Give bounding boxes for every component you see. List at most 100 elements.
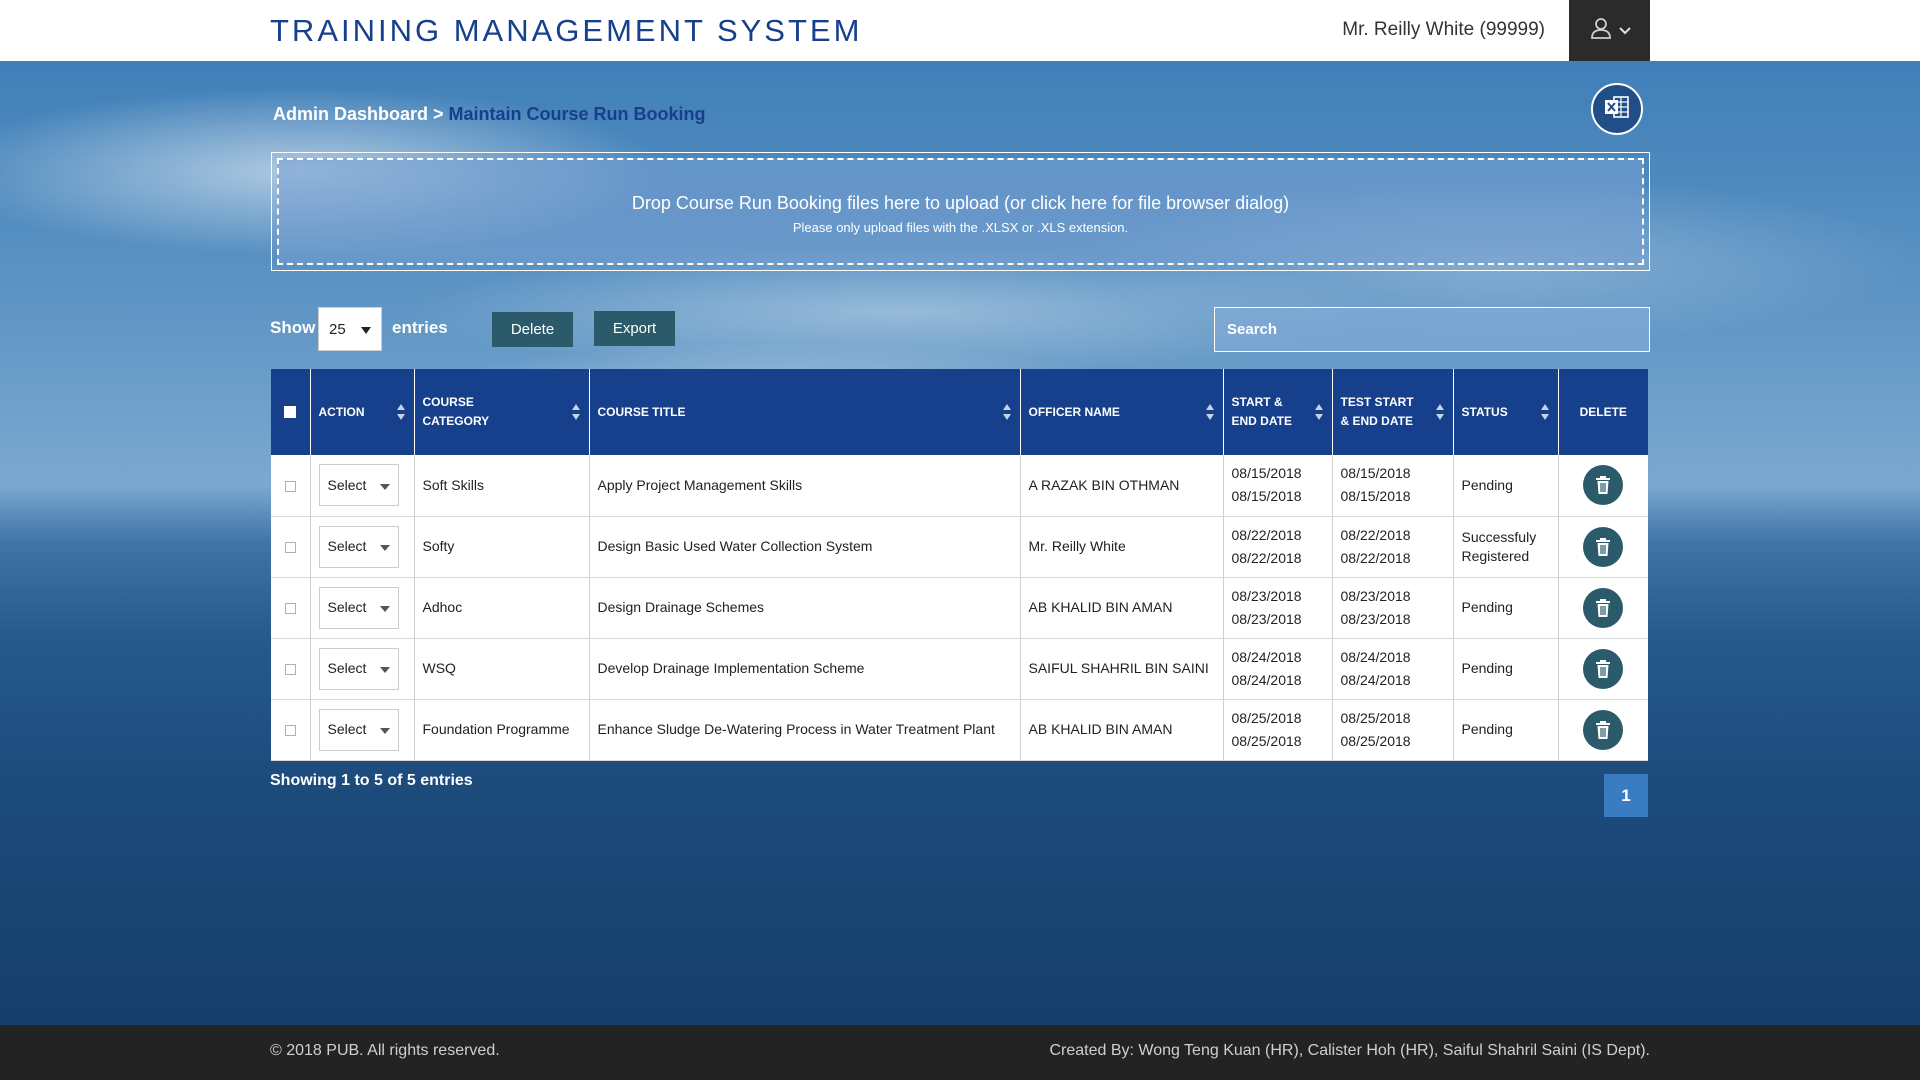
row-action-value: Select — [327, 599, 367, 615]
sort-icon — [1205, 402, 1215, 422]
pagination-info: Showing 1 to 5 of 5 entries — [270, 772, 473, 789]
row-course-title: Enhance Sludge De-Watering Process in Wa… — [589, 699, 1021, 761]
header-officer-name[interactable]: OFFICER NAME — [1020, 369, 1224, 455]
row-delete-cell — [1558, 638, 1648, 700]
row-course-title: Design Basic Used Water Collection Syste… — [589, 516, 1021, 578]
caret-down-icon — [379, 718, 390, 741]
row-end-date: 08/15/2018 — [1231, 488, 1302, 505]
row-action-select[interactable]: Select — [318, 708, 399, 751]
header-course-title[interactable]: COURSE TITLE — [589, 369, 1021, 455]
show-label: Show — [270, 318, 316, 337]
user-menu-button[interactable] — [1569, 0, 1650, 61]
header-status[interactable]: STATUS — [1453, 369, 1559, 455]
sort-icon — [396, 402, 406, 422]
breadcrumb-admin-dashboard[interactable]: Admin Dashboard — [273, 104, 428, 124]
upload-dropzone[interactable]: Drop Course Run Booking files here to up… — [277, 158, 1644, 265]
trash-icon — [1595, 720, 1611, 739]
row-action-value: Select — [327, 660, 367, 676]
dropzone-note: Please only upload files with the .XLSX … — [792, 220, 1129, 235]
table-row: Select Adhoc Design Drainage Schemes AB KHA… — [271, 577, 1648, 639]
row-action-select[interactable]: Select — [318, 647, 399, 690]
header-category-line2: CATEGORY — [422, 414, 490, 428]
header-test-date[interactable]: TEST START & END DATE — [1332, 369, 1454, 455]
row-test-end-date: 08/25/2018 — [1340, 732, 1411, 749]
trash-icon — [1595, 659, 1611, 678]
caret-down-icon — [379, 474, 390, 497]
row-status: Pending — [1453, 455, 1559, 517]
row-course-category: Foundation Programme — [414, 699, 590, 761]
row-delete-cell — [1558, 516, 1648, 578]
header-dates-line2: END DATE — [1231, 414, 1292, 428]
row-delete-button[interactable] — [1583, 709, 1624, 750]
row-status: Pending — [1453, 577, 1559, 639]
row-delete-button[interactable] — [1583, 587, 1624, 628]
table-row: Select Foundation Programme Enhance Sludge… — [271, 699, 1648, 761]
header-action-label: ACTION — [318, 404, 365, 419]
row-checkbox[interactable] — [284, 602, 296, 614]
row-officer-name: Mr. Reilly White — [1020, 516, 1224, 578]
caret-down-icon — [361, 321, 371, 338]
row-start-date: 08/24/2018 — [1231, 648, 1302, 665]
row-course-title: Design Drainage Schemes — [589, 577, 1021, 639]
header-title-label: COURSE TITLE — [597, 404, 686, 419]
excel-export-button[interactable] — [1591, 83, 1643, 135]
header-action[interactable]: ACTION — [310, 369, 415, 455]
trash-icon — [1595, 598, 1611, 617]
row-checkbox-cell — [271, 455, 311, 517]
row-end-date: 08/25/2018 — [1231, 732, 1302, 749]
entries-label: entries — [392, 318, 448, 337]
row-course-category: Soft Skills — [414, 455, 590, 517]
entries-per-page-select[interactable]: 25 — [318, 307, 382, 351]
caret-down-icon — [379, 596, 390, 619]
header-dates-line1: START & — [1231, 395, 1283, 409]
header-course-category[interactable]: COURSE CATEGORY — [414, 369, 590, 455]
row-checkbox[interactable] — [284, 663, 296, 675]
row-test-end-date: 08/24/2018 — [1340, 671, 1411, 688]
row-checkbox-cell — [271, 577, 311, 639]
sort-icon — [1002, 402, 1012, 422]
row-action-select[interactable]: Select — [318, 586, 399, 629]
row-delete-cell — [1558, 699, 1648, 761]
row-checkbox-cell — [271, 699, 311, 761]
row-test-end-date: 08/15/2018 — [1340, 488, 1411, 505]
row-officer-name: SAIFUL SHAHRIL BIN SAINI — [1020, 638, 1224, 700]
row-test-end-date: 08/23/2018 — [1340, 610, 1411, 627]
table-row: Select Softy Design Basic Used Water Colle… — [271, 516, 1648, 578]
header-start-end-date[interactable]: START & END DATE — [1223, 369, 1333, 455]
app-title: TRAINING MANAGEMENT SYSTEM — [270, 13, 863, 48]
row-delete-button[interactable] — [1583, 526, 1624, 567]
table-row: Select Soft Skills Apply Project Managemen… — [271, 455, 1648, 517]
user-name: Mr. Reilly White (99999) — [1342, 19, 1545, 40]
top-header: TRAINING MANAGEMENT SYSTEM Mr. Reilly Wh… — [0, 0, 1920, 61]
row-action-select[interactable]: Select — [318, 525, 399, 568]
user-icon — [1589, 16, 1613, 45]
row-test-date: 08/24/2018 08/24/2018 — [1332, 638, 1454, 700]
row-checkbox[interactable] — [284, 541, 296, 553]
row-checkbox[interactable] — [284, 480, 296, 492]
search-input[interactable] — [1214, 307, 1650, 352]
header-test-line2: & END DATE — [1340, 414, 1413, 428]
upload-dropzone-frame: Drop Course Run Booking files here to up… — [271, 152, 1650, 271]
breadcrumb-separator: > — [433, 104, 444, 124]
bulk-delete-button[interactable]: Delete — [492, 312, 573, 347]
row-delete-button[interactable] — [1583, 465, 1624, 506]
trash-icon — [1595, 476, 1611, 495]
row-start-end-date: 08/24/2018 08/24/2018 — [1223, 638, 1333, 700]
page-1-button[interactable]: 1 — [1604, 774, 1648, 817]
row-action-select[interactable]: Select — [318, 464, 399, 507]
row-delete-button[interactable] — [1583, 648, 1624, 689]
row-action-value: Select — [327, 538, 367, 554]
row-test-date: 08/15/2018 08/15/2018 — [1332, 455, 1454, 517]
export-button[interactable]: Export — [594, 311, 675, 346]
row-action-value: Select — [327, 476, 367, 493]
row-end-date: 08/23/2018 — [1231, 610, 1302, 627]
credits-text: Created By: Wong Teng Kuan (HR), Caliste… — [1049, 1042, 1650, 1059]
row-delete-cell — [1558, 455, 1648, 517]
caret-down-icon — [379, 535, 390, 558]
row-checkbox-cell — [271, 516, 311, 578]
row-checkbox[interactable] — [284, 724, 296, 736]
select-all-checkbox[interactable] — [284, 406, 297, 419]
header-officer-label: OFFICER NAME — [1028, 404, 1120, 419]
row-course-category: Adhoc — [414, 577, 590, 639]
row-status: Pending — [1453, 638, 1559, 700]
